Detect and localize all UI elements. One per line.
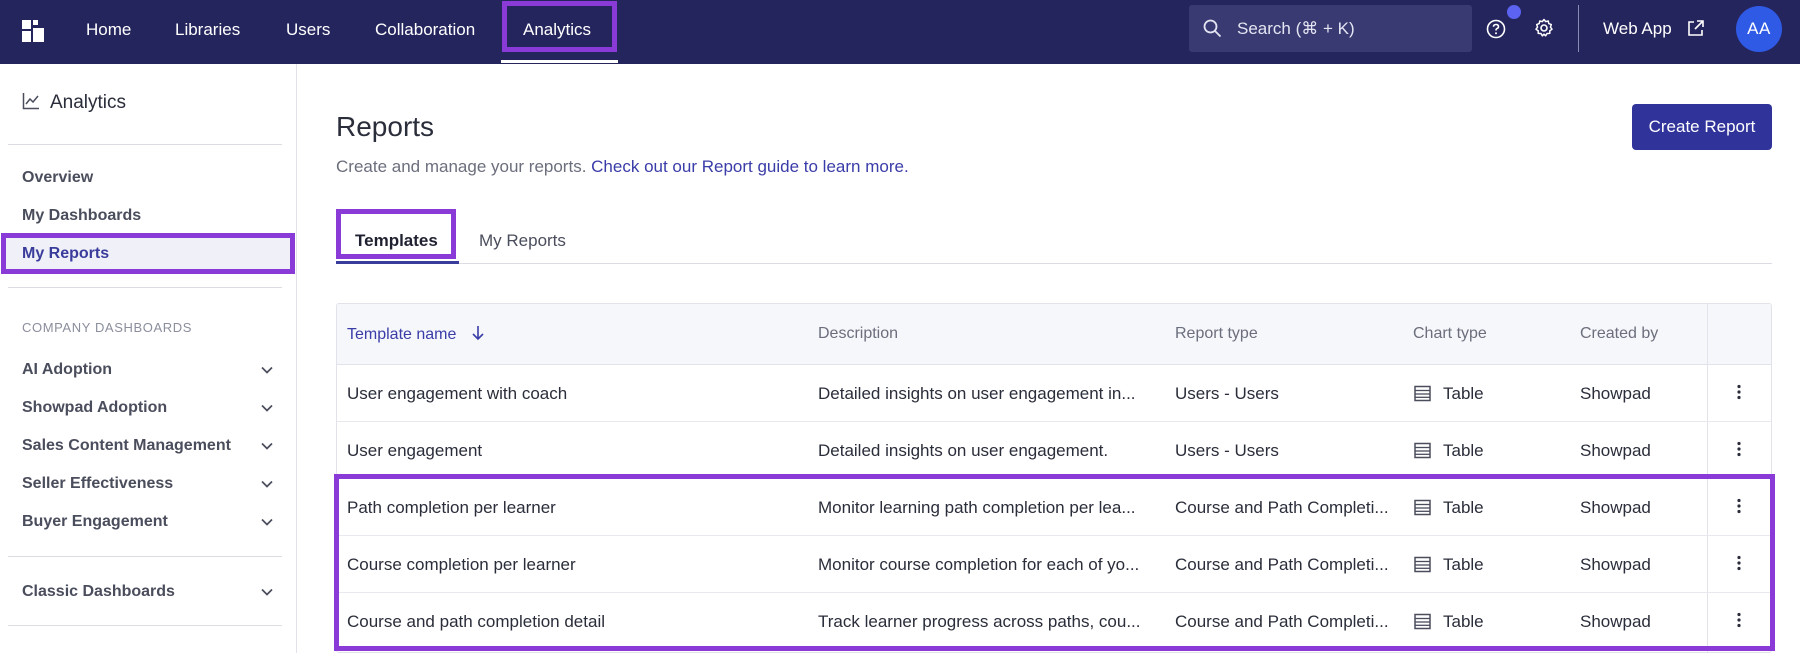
chevron-down-icon[interactable] [260, 441, 274, 451]
column-header-label: Template name [347, 326, 457, 343]
nav-analytics-highlight [502, 1, 617, 52]
sidebar-divider [8, 625, 282, 626]
tabs-divider [336, 263, 1772, 264]
table-row[interactable]: User engagement with coach Detailed insi… [337, 365, 1771, 422]
cell-report-type: Users - Users [1175, 441, 1279, 460]
help-icon[interactable] [1486, 19, 1506, 39]
chevron-down-icon[interactable] [260, 403, 274, 413]
cell-chart-type: Table [1443, 441, 1484, 460]
search-placeholder: Search (⌘ + K) [1237, 19, 1355, 38]
search-input[interactable]: Search (⌘ + K) [1189, 5, 1472, 52]
subtitle-text: Create and manage your reports. [336, 157, 587, 176]
table-row[interactable]: User engagement Detailed insights on use… [337, 422, 1771, 479]
chevron-down-icon[interactable] [260, 587, 274, 597]
section-label-company-dashboards: COMPANY DASHBOARDS [22, 320, 192, 335]
page-title: Reports [336, 111, 435, 142]
sidebar-divider [8, 144, 282, 145]
more-options-icon[interactable] [1736, 440, 1742, 458]
sidebar-group-showpad-adoption[interactable]: Showpad Adoption [22, 399, 167, 417]
table-icon [1414, 385, 1431, 402]
tab-templates[interactable]: Templates [355, 231, 438, 251]
column-header-report-type[interactable]: Report type [1175, 325, 1258, 343]
search-icon [1203, 19, 1222, 38]
sidebar-divider [8, 287, 282, 288]
analytics-chart-icon [22, 93, 39, 110]
sidebar: Analytics Overview My Dashboards My Repo… [0, 64, 297, 653]
chevron-down-icon[interactable] [260, 479, 274, 489]
cell-created-by: Showpad [1580, 441, 1651, 460]
cell-template-name[interactable]: User engagement [347, 441, 482, 461]
nav-libraries[interactable]: Libraries [175, 19, 240, 41]
sidebar-group-ai-adoption[interactable]: AI Adoption [22, 361, 112, 379]
external-link-icon[interactable] [1686, 19, 1705, 38]
more-options-icon[interactable] [1736, 383, 1742, 401]
nav-users[interactable]: Users [286, 19, 330, 41]
nav-active-indicator [501, 60, 618, 63]
sidebar-group-buyer-engagement[interactable]: Buyer Engagement [22, 513, 168, 531]
sidebar-item-my-dashboards[interactable]: My Dashboards [22, 207, 141, 225]
page-subtitle: Create and manage your reports. Check ou… [336, 157, 909, 177]
topbar-divider [1578, 5, 1579, 52]
cell-description: Detailed insights on user engagement in.… [818, 384, 1136, 403]
sort-descending-icon[interactable] [471, 325, 485, 341]
cell-report-type: Users - Users [1175, 384, 1279, 403]
table-icon [1414, 442, 1431, 459]
cell-description: Detailed insights on user engagement. [818, 441, 1109, 460]
sidebar-item-overview[interactable]: Overview [22, 169, 93, 187]
user-avatar[interactable]: AA [1736, 6, 1782, 52]
table-header: Template name Description Report type Ch… [337, 304, 1771, 365]
web-app-link[interactable]: Web App [1603, 19, 1672, 39]
top-navigation-bar: Home Libraries Users Collaboration Analy… [0, 0, 1800, 64]
chevron-down-icon[interactable] [260, 517, 274, 527]
sidebar-group-classic-dashboards[interactable]: Classic Dashboards [22, 583, 175, 601]
column-header-created-by[interactable]: Created by [1580, 325, 1658, 343]
sidebar-group-sales-content-management[interactable]: Sales Content Management [22, 437, 231, 455]
showpad-logo-icon[interactable] [22, 20, 44, 42]
notification-dot [1507, 5, 1521, 19]
cell-created-by: Showpad [1580, 384, 1651, 403]
column-header-description[interactable]: Description [818, 325, 898, 343]
column-header-chart-type[interactable]: Chart type [1413, 325, 1487, 343]
cell-chart-type: Table [1443, 384, 1484, 403]
gear-icon[interactable] [1534, 18, 1554, 38]
column-header-template-name[interactable]: Template name [347, 325, 485, 344]
course-rows-highlight [334, 474, 1775, 651]
tab-my-reports[interactable]: My Reports [479, 231, 566, 251]
sidebar-title: Analytics [50, 92, 127, 113]
tab-active-indicator [336, 261, 459, 264]
nav-collaboration[interactable]: Collaboration [375, 19, 475, 41]
create-report-button[interactable]: Create Report [1632, 104, 1772, 150]
chevron-down-icon[interactable] [260, 365, 274, 375]
cell-template-name[interactable]: User engagement with coach [347, 384, 567, 404]
sidebar-group-seller-effectiveness[interactable]: Seller Effectiveness [22, 475, 173, 493]
nav-home[interactable]: Home [86, 19, 131, 41]
report-guide-link[interactable]: Check out our Report guide to learn more… [591, 157, 909, 176]
sidebar-divider [8, 556, 282, 557]
sidebar-item-my-reports[interactable]: My Reports [22, 245, 109, 263]
